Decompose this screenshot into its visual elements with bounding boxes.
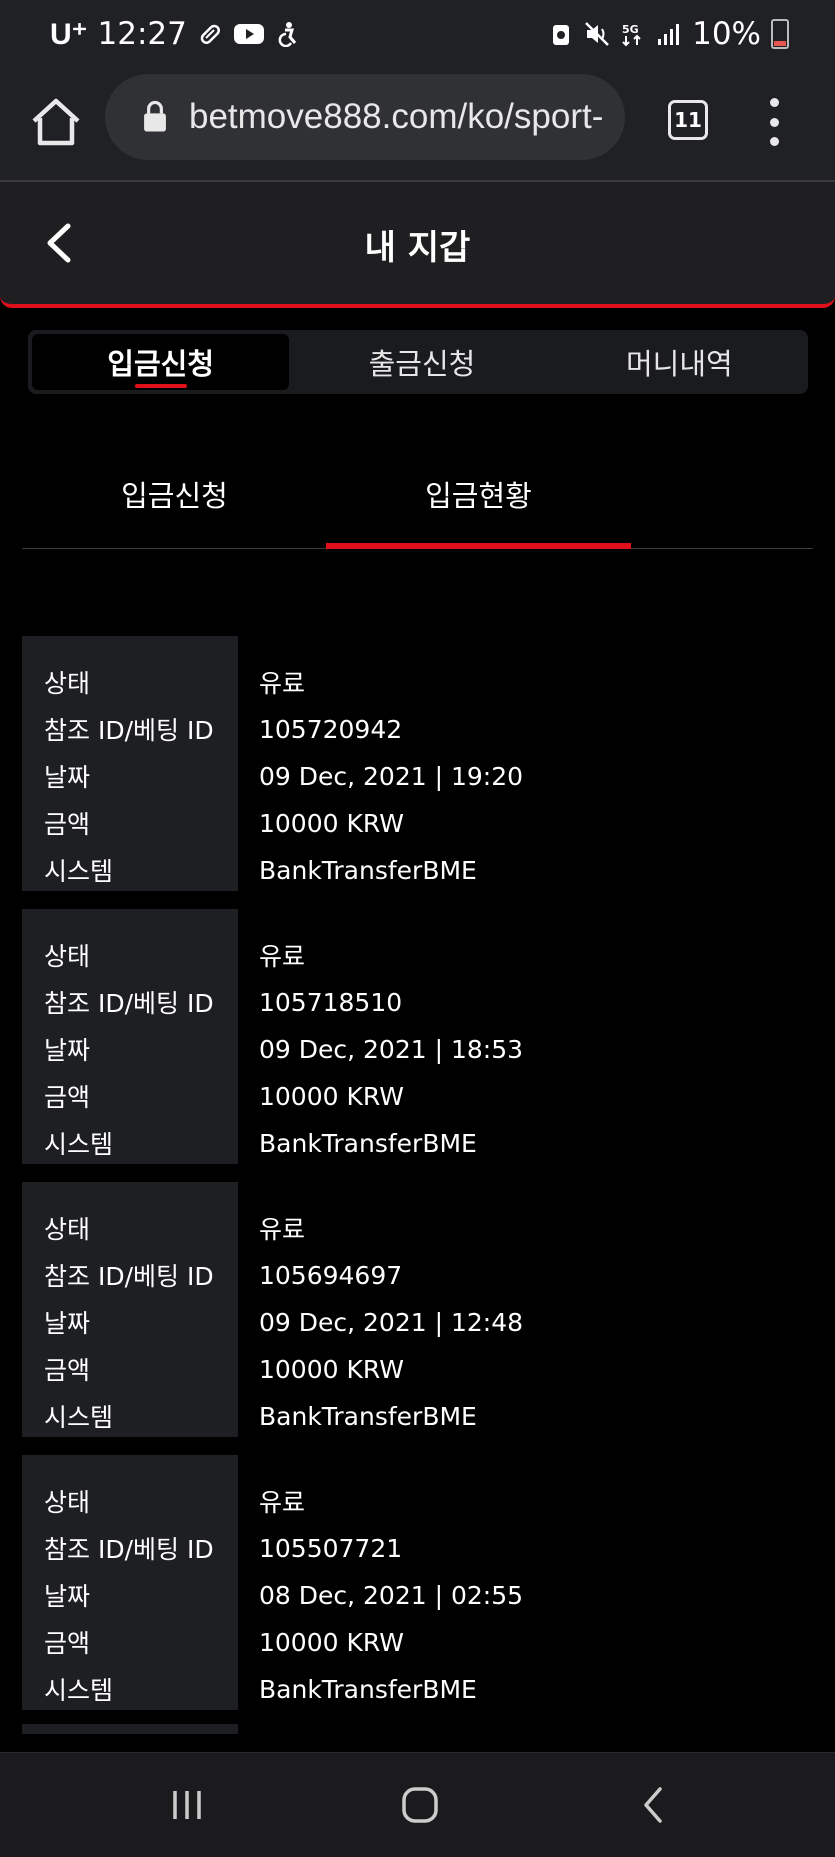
value-system: BankTransferBME bbox=[259, 1128, 477, 1158]
deposit-record: 상태 참조 ID/베팅 ID 날짜 금액 시스템 유료 105507721 08… bbox=[22, 1455, 813, 1710]
subtab-deposit-status[interactable]: 입금현황 bbox=[326, 440, 631, 549]
system-nav-bar bbox=[0, 1752, 835, 1857]
label-date: 날짜 bbox=[44, 1036, 91, 1065]
label-ref-id: 참조 ID/베팅 ID bbox=[44, 1262, 214, 1291]
accessibility-icon bbox=[278, 22, 296, 47]
value-amount: 10000 KRW bbox=[259, 1081, 404, 1111]
battery-icon bbox=[771, 19, 789, 49]
label-status: 상태 bbox=[44, 1215, 91, 1244]
value-ref-id: 105694697 bbox=[259, 1260, 403, 1290]
recent-apps-icon[interactable] bbox=[165, 1783, 209, 1827]
label-system: 시스템 bbox=[44, 1403, 114, 1432]
value-amount: 10000 KRW bbox=[259, 1627, 404, 1657]
tab-switcher-button[interactable]: 11 bbox=[668, 100, 708, 140]
label-status: 상태 bbox=[44, 669, 91, 698]
more-menu-icon[interactable] bbox=[760, 98, 788, 146]
label-amount: 금액 bbox=[44, 1356, 91, 1385]
value-date: 09 Dec, 2021 | 18:53 bbox=[259, 1034, 524, 1064]
next-record-partial bbox=[22, 1724, 238, 1734]
value-amount: 10000 KRW bbox=[259, 808, 404, 838]
record-label-column: 상태 참조 ID/베팅 ID 날짜 금액 시스템 bbox=[22, 1182, 238, 1437]
deposit-record: 상태 참조 ID/베팅 ID 날짜 금액 시스템 유료 105718510 09… bbox=[22, 909, 813, 1164]
value-status: 유료 bbox=[259, 1215, 306, 1244]
deposit-records-list: 상태 참조 ID/베팅 ID 날짜 금액 시스템 유료 105720942 09… bbox=[22, 636, 813, 1728]
tab-withdraw-request[interactable]: 출금신청 bbox=[293, 330, 550, 394]
label-system: 시스템 bbox=[44, 1676, 114, 1705]
label-ref-id: 참조 ID/베팅 ID bbox=[44, 1535, 214, 1564]
value-status: 유료 bbox=[259, 669, 306, 698]
label-ref-id: 참조 ID/베팅 ID bbox=[44, 716, 214, 745]
deposit-subtabs: 입금신청 입금현황 bbox=[22, 440, 813, 549]
label-date: 날짜 bbox=[44, 1309, 91, 1338]
deposit-record: 상태 참조 ID/베팅 ID 날짜 금액 시스템 유료 105720942 09… bbox=[22, 636, 813, 891]
signal-icon bbox=[658, 24, 680, 45]
label-amount: 금액 bbox=[44, 810, 91, 839]
subtab-deposit-request[interactable]: 입금신청 bbox=[22, 440, 327, 548]
label-ref-id: 참조 ID/베팅 ID bbox=[44, 989, 214, 1018]
record-label-column: 상태 참조 ID/베팅 ID 날짜 금액 시스템 bbox=[22, 636, 238, 891]
value-date: 09 Dec, 2021 | 12:48 bbox=[259, 1307, 524, 1337]
value-ref-id: 105720942 bbox=[259, 714, 403, 744]
label-status: 상태 bbox=[44, 1488, 91, 1517]
value-system: BankTransferBME bbox=[259, 1674, 477, 1704]
wallet-tabs: 입금신청 출금신청 머니내역 bbox=[28, 330, 808, 394]
page-title: 내 지갑 bbox=[364, 228, 471, 268]
tab-money-history[interactable]: 머니내역 bbox=[551, 330, 808, 394]
youtube-icon bbox=[233, 24, 264, 44]
label-amount: 금액 bbox=[44, 1083, 91, 1112]
record-label-column: 상태 참조 ID/베팅 ID 날짜 금액 시스템 bbox=[22, 1455, 238, 1710]
browser-toolbar: betmove888.com/ko/sport- 11 bbox=[0, 70, 835, 182]
address-bar[interactable]: betmove888.com/ko/sport- bbox=[105, 74, 625, 160]
label-status: 상태 bbox=[44, 942, 91, 971]
value-system: BankTransferBME bbox=[259, 855, 477, 885]
home-icon[interactable] bbox=[28, 94, 84, 150]
tab-deposit-request[interactable]: 입금신청 bbox=[32, 334, 290, 390]
record-label-column: 상태 참조 ID/베팅 ID 날짜 금액 시스템 bbox=[22, 909, 238, 1164]
status-left: U⁺ 12:27 bbox=[50, 16, 301, 52]
deposit-record: 상태 참조 ID/베팅 ID 날짜 금액 시스템 유료 105694697 09… bbox=[22, 1182, 813, 1437]
status-bar: U⁺ 12:27 5G 10% bbox=[0, 0, 835, 70]
value-status: 유료 bbox=[259, 1488, 306, 1517]
label-amount: 금액 bbox=[44, 1629, 91, 1658]
mute-icon bbox=[585, 22, 609, 46]
carrier-label: U⁺ bbox=[50, 17, 88, 51]
status-right: 5G 10% bbox=[548, 16, 789, 52]
home-nav-icon[interactable] bbox=[398, 1783, 442, 1827]
label-date: 날짜 bbox=[44, 763, 91, 792]
value-system: BankTransferBME bbox=[259, 1401, 477, 1431]
lock-icon bbox=[144, 100, 166, 132]
svg-text:5G: 5G bbox=[622, 23, 639, 36]
value-date: 09 Dec, 2021 | 19:20 bbox=[259, 761, 524, 791]
recycle-icon bbox=[553, 25, 570, 45]
value-amount: 10000 KRW bbox=[259, 1354, 404, 1384]
value-status: 유료 bbox=[259, 942, 306, 971]
value-ref-id: 105718510 bbox=[259, 987, 403, 1017]
url-text[interactable]: betmove888.com/ko/sport- bbox=[189, 97, 603, 137]
battery-percent: 10% bbox=[692, 16, 761, 52]
value-date: 08 Dec, 2021 | 02:55 bbox=[259, 1580, 524, 1610]
label-date: 날짜 bbox=[44, 1582, 91, 1611]
value-ref-id: 105507721 bbox=[259, 1533, 403, 1563]
5g-icon: 5G bbox=[622, 23, 641, 47]
clock: 12:27 bbox=[97, 16, 187, 52]
pill-icon bbox=[200, 24, 220, 44]
page-header: 내 지갑 bbox=[0, 182, 835, 308]
label-system: 시스템 bbox=[44, 1130, 114, 1159]
back-nav-icon[interactable] bbox=[632, 1783, 676, 1827]
label-system: 시스템 bbox=[44, 857, 114, 886]
